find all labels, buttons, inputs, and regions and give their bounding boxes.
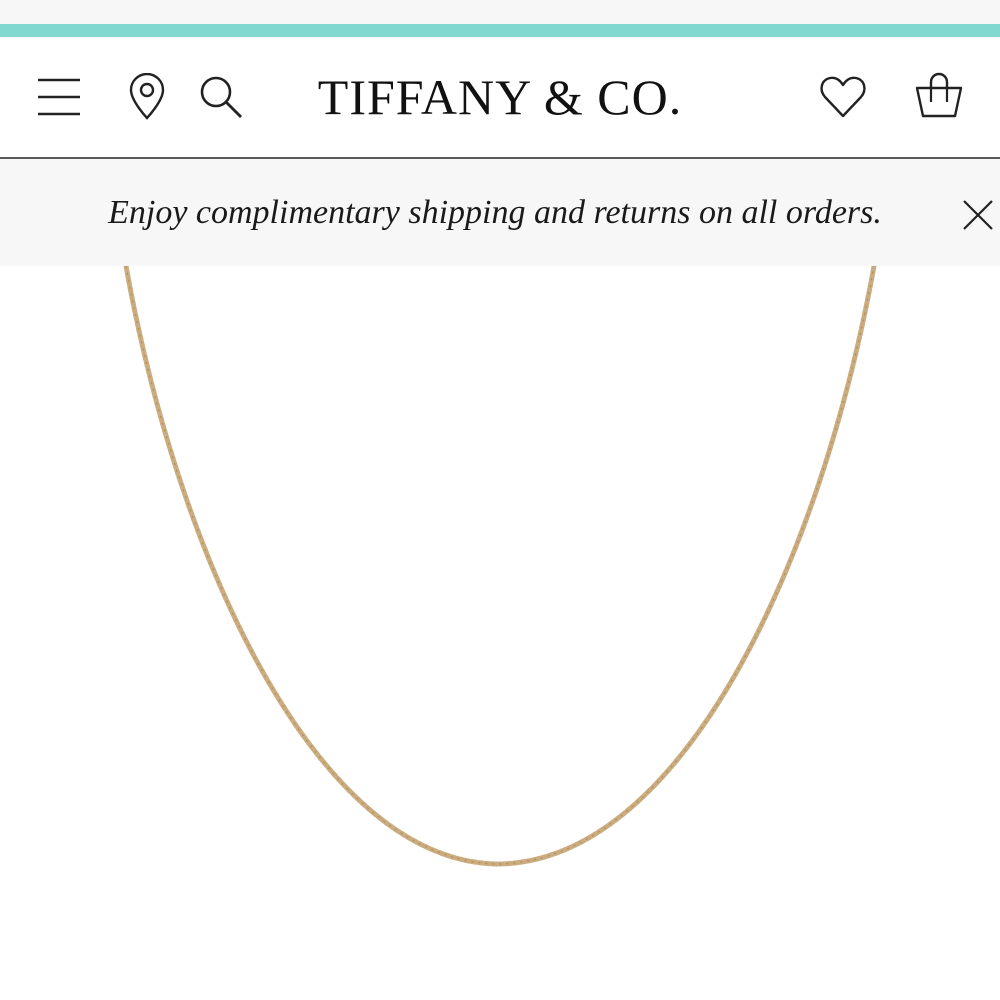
search-button[interactable] — [195, 71, 247, 123]
brand-logo[interactable]: TIFFANY & CO. — [300, 59, 700, 135]
shopping-bag-icon — [915, 72, 963, 118]
close-icon — [963, 200, 993, 230]
browser-top-strip — [0, 0, 1000, 24]
location-pin-icon — [129, 73, 165, 120]
menu-button[interactable] — [34, 71, 84, 121]
search-icon — [200, 76, 242, 118]
wishlist-button[interactable] — [816, 71, 870, 123]
hamburger-menu-icon — [38, 78, 80, 116]
promo-text: Enjoy complimentary shipping and returns… — [108, 193, 882, 231]
gold-chain-necklace-image — [123, 263, 877, 867]
shopping-bag-button[interactable] — [912, 69, 966, 123]
store-locator-button[interactable] — [124, 71, 170, 123]
brand-color-bar — [0, 24, 1000, 37]
promo-close-button[interactable] — [958, 195, 998, 235]
heart-icon — [820, 76, 866, 118]
product-image-area[interactable] — [0, 263, 1000, 1000]
site-header: TIFFANY & CO. — [0, 37, 1000, 159]
page: TIFFANY & CO. Enjoy complimentary shippi… — [0, 0, 1000, 1000]
promo-banner: Enjoy complimentary shipping and returns… — [0, 159, 1000, 266]
